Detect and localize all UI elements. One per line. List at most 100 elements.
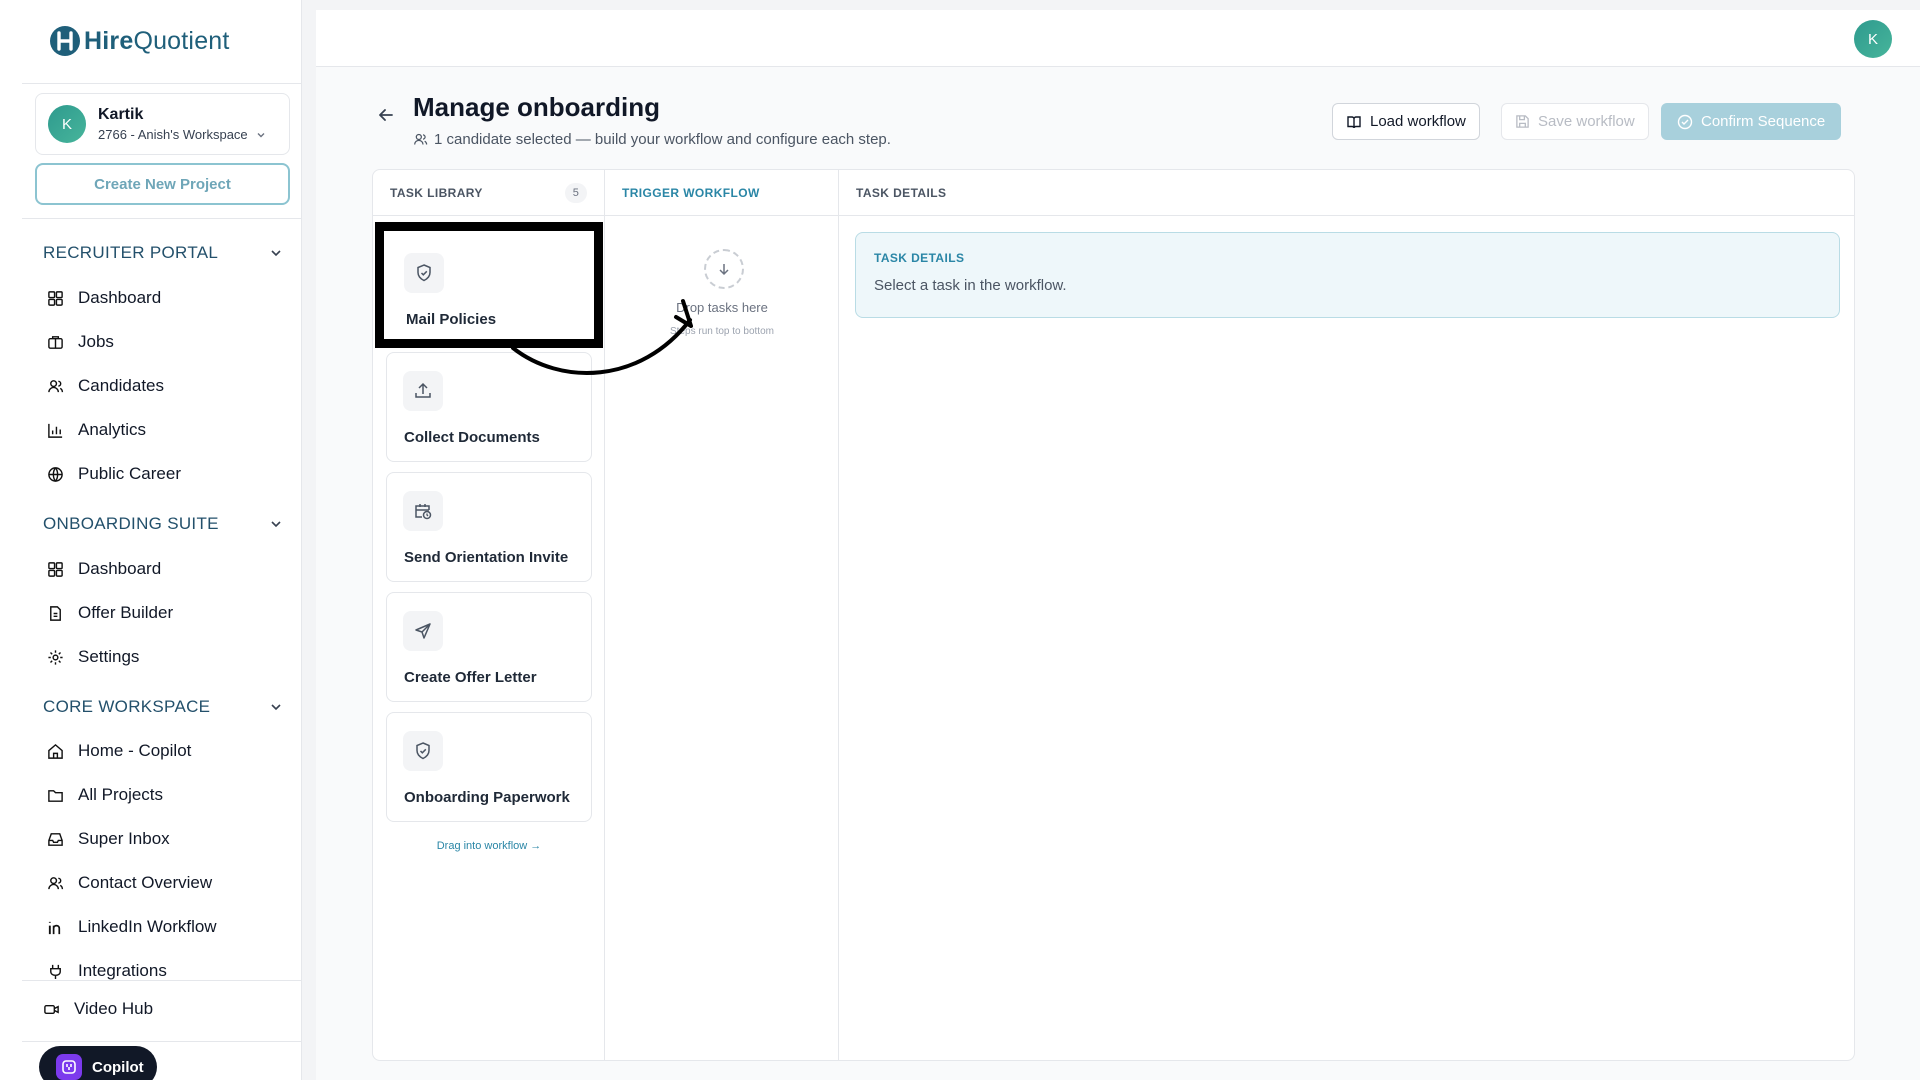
nav-label: LinkedIn Workflow (78, 917, 217, 936)
home-icon (48, 743, 63, 759)
task-count-badge: 5 (565, 182, 587, 203)
nav-jobs[interactable]: Jobs (47, 332, 114, 352)
column-title: TASK LIBRARY (390, 185, 483, 200)
column-title: TASK DETAILS (856, 185, 947, 200)
users-icon (414, 133, 428, 145)
linkedin-icon (48, 921, 61, 934)
brand-logo[interactable]: HireQuotient (48, 24, 230, 58)
details-card-title: TASK DETAILS (874, 251, 965, 265)
task-label: Onboarding Paperwork (404, 789, 570, 806)
document-icon (50, 605, 61, 621)
workspace-user-name: Kartik (98, 106, 144, 123)
check-circle-icon (1677, 114, 1693, 129)
task-library-column: TASK LIBRARY 5 Mail Policies Collect Doc… (373, 170, 605, 1060)
book-open-icon (1347, 115, 1361, 128)
page-title: Manage onboarding (413, 92, 660, 122)
sidebar: HireQuotient K Kartik 2766 - Anish's Wor… (0, 0, 302, 1080)
task-label: Collect Documents (404, 429, 540, 446)
hirequotient-logo-icon (50, 26, 80, 56)
shield-icon (403, 731, 443, 771)
divider (22, 218, 301, 219)
nav-label: Public Career (78, 464, 181, 483)
users-icon (48, 379, 64, 392)
video-icon (44, 1004, 59, 1014)
bar-chart-icon (48, 423, 63, 438)
task-details-card: TASK DETAILS Select a task in the workfl… (855, 232, 1840, 318)
task-card-mail-policies[interactable]: Mail Policies (375, 222, 603, 348)
nav-label: Analytics (78, 420, 147, 439)
section-title: CORE WORKSPACE (43, 697, 211, 716)
subtitle-text: 1 candidate selected — build your workfl… (434, 131, 891, 148)
nav-integrations[interactable]: Integrations (47, 961, 167, 981)
drag-hint: Drag into workflow → (436, 840, 542, 852)
send-icon (403, 611, 443, 651)
divider (22, 83, 301, 84)
task-card-collect-documents[interactable]: Collect Documents (386, 352, 592, 462)
workspace-name: 2766 - Anish's Workspace (98, 127, 248, 142)
section-recruiter-portal[interactable]: RECRUITER PORTAL (43, 243, 283, 263)
nav-public-career[interactable]: Public Career (47, 464, 181, 484)
nav-all-projects[interactable]: All Projects (47, 785, 163, 805)
briefcase-icon (48, 335, 63, 349)
back-arrow-icon[interactable] (376, 105, 396, 125)
task-card-onboarding-paperwork[interactable]: Onboarding Paperwork (386, 712, 592, 822)
nav-settings[interactable]: Settings (47, 647, 139, 667)
upload-icon (403, 371, 443, 411)
details-card-text: Select a task in the workflow. (874, 277, 1067, 294)
page-subtitle: 1 candidate selected — build your workfl… (413, 131, 891, 148)
brand-name: HireQuotient (84, 26, 230, 55)
task-details-column: TASK DETAILS TASK DETAILS Select a task … (839, 170, 1854, 1060)
nav-video-hub[interactable]: Video Hub (43, 999, 153, 1019)
drop-zone-subtext: Steps run top to bottom (670, 326, 774, 337)
nav-linkedin-workflow[interactable]: LinkedIn Workflow (47, 917, 217, 937)
plug-icon (50, 964, 61, 979)
copilot-label: Copilot (92, 1058, 144, 1076)
workspace-switcher[interactable]: K Kartik 2766 - Anish's Workspace (35, 93, 290, 155)
nav-label: Offer Builder (78, 603, 174, 622)
top-bar: K (316, 10, 1920, 67)
nav-home-copilot[interactable]: Home - Copilot (47, 741, 191, 761)
button-label: Confirm Sequence (1701, 113, 1826, 130)
nav-offer-builder[interactable]: Offer Builder (47, 603, 173, 623)
nav-contact-overview[interactable]: Contact Overview (47, 873, 212, 893)
trigger-workflow-column: TRIGGER WORKFLOW Drop tasks here Steps r… (605, 170, 839, 1060)
nav-onboarding-dashboard[interactable]: Dashboard (47, 559, 161, 579)
task-details-header: TASK DETAILS (839, 170, 1854, 216)
section-onboarding-suite[interactable]: ONBOARDING SUITE (43, 514, 283, 534)
copilot-button[interactable]: Copilot (39, 1046, 157, 1080)
confirm-sequence-button[interactable]: Confirm Sequence (1661, 103, 1842, 140)
inbox-icon (48, 832, 63, 846)
nav-label: Home - Copilot (78, 741, 192, 760)
divider (22, 1041, 301, 1042)
save-workflow-button[interactable]: Save workflow (1501, 103, 1649, 140)
create-new-project-button[interactable]: Create New Project (35, 163, 290, 205)
trigger-workflow-header: TRIGGER WORKFLOW (605, 170, 838, 216)
task-card-create-offer-letter[interactable]: Create Offer Letter (386, 592, 592, 702)
section-core-workspace[interactable]: CORE WORKSPACE (43, 697, 283, 717)
chevron-down-icon (271, 521, 281, 528)
nav-label: Integrations (78, 961, 167, 980)
drop-zone-text: Drop tasks here (676, 300, 768, 315)
nav-recruiter-dashboard[interactable]: Dashboard (47, 288, 161, 308)
task-card-send-orientation-invite[interactable]: Send Orientation Invite (386, 472, 592, 582)
task-label: Send Orientation Invite (404, 549, 569, 566)
save-icon (1516, 115, 1529, 128)
load-workflow-button[interactable]: Load workflow (1332, 103, 1480, 140)
nav-label: Super Inbox (78, 829, 170, 848)
button-label: Load workflow (1370, 113, 1466, 130)
drop-zone[interactable] (704, 249, 744, 289)
button-label: Save workflow (1538, 113, 1635, 130)
task-label: Create Offer Letter (404, 669, 537, 686)
dashboard-icon (48, 290, 63, 306)
nav-analytics[interactable]: Analytics (47, 420, 146, 440)
gear-icon (48, 649, 63, 665)
main-content: K Manage onboarding 1 candidate selected… (316, 10, 1920, 1080)
nav-candidates[interactable]: Candidates (47, 376, 164, 396)
nav-super-inbox[interactable]: Super Inbox (47, 829, 170, 849)
globe-icon (48, 466, 63, 482)
user-avatar[interactable]: K (1854, 20, 1892, 58)
chevron-down-icon (257, 132, 265, 137)
section-title: RECRUITER PORTAL (43, 243, 219, 262)
avatar: K (48, 105, 86, 143)
nav-label: Dashboard (78, 559, 162, 578)
